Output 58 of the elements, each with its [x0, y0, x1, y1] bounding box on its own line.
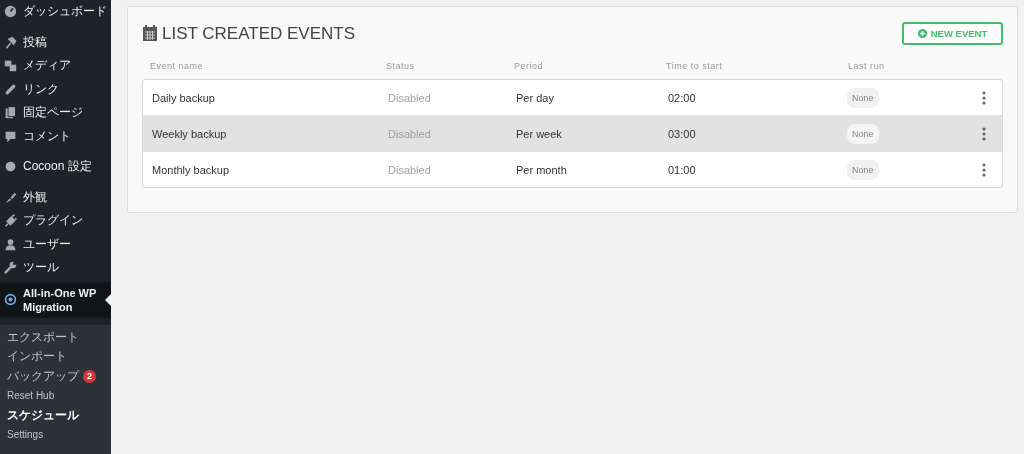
wrench-icon — [4, 261, 17, 275]
submenu-item[interactable]: Reset Hub — [0, 386, 111, 406]
panel-title: LIST CREATED EVENTS — [162, 23, 356, 44]
submenu-item[interactable]: バックアップ 2 — [0, 366, 111, 386]
status-text: Disabled — [387, 127, 432, 140]
menu-item[interactable]: 外観 — [0, 185, 111, 209]
submenu-item[interactable]: Settings — [0, 425, 111, 445]
submenu-item[interactable]: スケジュール — [0, 405, 111, 425]
last-run-tag: None — [847, 87, 879, 108]
status-text: Disabled — [387, 163, 432, 176]
last-run-tag: None — [847, 159, 879, 180]
time-text: 01:00 — [667, 163, 697, 176]
user-icon — [4, 237, 17, 251]
menu-item[interactable]: プラグイン — [0, 209, 111, 233]
status-text: Disabled — [387, 91, 432, 104]
table-row[interactable]: Monthly backup Disabled Per month 01:00 None — [143, 151, 1002, 187]
plus-icon — [917, 29, 927, 38]
count-badge: 2 — [83, 369, 96, 383]
more-icon[interactable] — [982, 90, 986, 105]
column-header: Event name — [149, 60, 205, 73]
menu-item[interactable]: 投稿 — [0, 30, 111, 54]
period-text: Per day — [515, 91, 555, 104]
menu-item[interactable]: ダッシュボード — [0, 0, 111, 24]
more-icon[interactable] — [982, 126, 986, 141]
media-icon — [4, 59, 17, 73]
pointer-arrow-icon — [105, 293, 111, 306]
table-row[interactable]: Daily backup Disabled Per day 02:00 None — [143, 80, 1002, 115]
menu-item[interactable]: リンク — [0, 77, 111, 101]
column-header: Last run — [847, 60, 886, 73]
column-header: Period — [513, 60, 544, 73]
gauge-icon — [4, 5, 17, 19]
menu-item[interactable]: Cocoon 設定 — [0, 155, 111, 179]
menu-item[interactable]: ユーザー — [0, 232, 111, 256]
calendar-icon — [142, 25, 158, 42]
submenu-item[interactable]: インポート — [0, 347, 111, 367]
pages-icon — [4, 106, 17, 120]
event-name: Weekly backup — [151, 127, 228, 140]
menu-item[interactable]: ツール — [0, 256, 111, 280]
submenu-item[interactable]: エクスポート — [0, 327, 111, 347]
time-text: 02:00 — [667, 91, 697, 104]
event-name: Daily backup — [151, 91, 216, 104]
menu-item[interactable]: コメント — [0, 124, 111, 148]
brush-icon — [4, 190, 17, 204]
more-icon[interactable] — [982, 162, 986, 177]
column-header: Status — [385, 60, 416, 73]
last-run-tag: None — [847, 123, 879, 144]
event-name: Monthly backup — [151, 163, 231, 176]
menu-item[interactable]: 固定ページ — [0, 101, 111, 125]
plug-icon — [4, 214, 17, 228]
menu-item[interactable]: メディア — [0, 54, 111, 78]
period-text: Per month — [515, 163, 568, 176]
menu-item[interactable]: All-in-One WP Migration — [0, 281, 111, 318]
period-text: Per week — [515, 127, 563, 140]
table-row[interactable]: Weekly backup Disabled Per week 03:00 None — [143, 115, 1002, 151]
circle-icon — [4, 160, 17, 174]
column-header: Time to start — [665, 60, 724, 73]
comment-icon — [4, 129, 17, 143]
time-text: 03:00 — [667, 127, 697, 140]
